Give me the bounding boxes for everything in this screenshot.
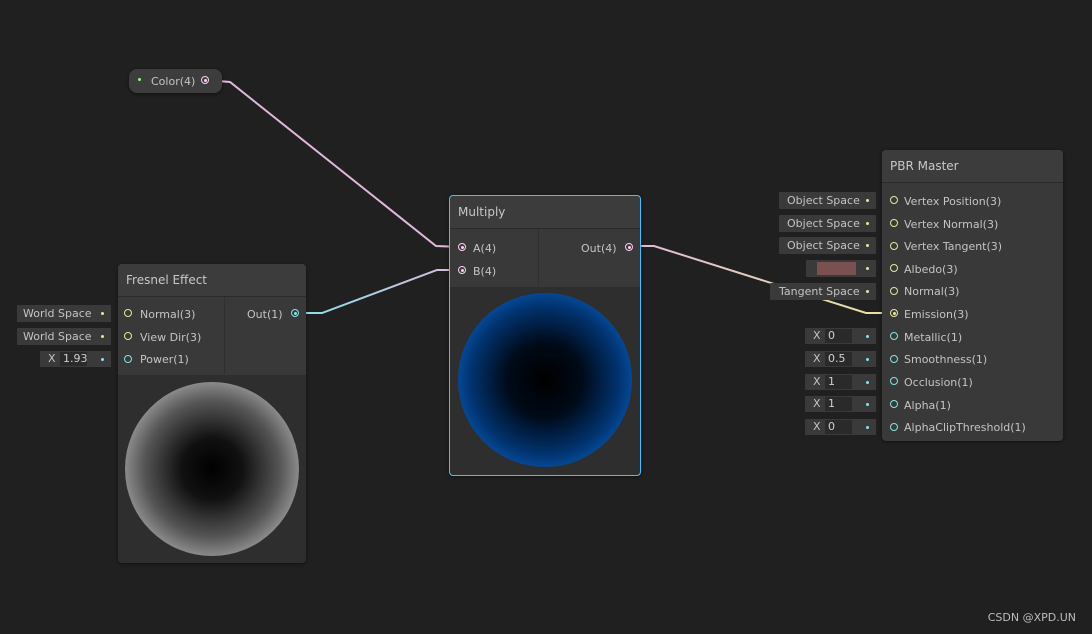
pbr-vertex-position-connector xyxy=(866,199,869,202)
pbr-vertex-position-port[interactable] xyxy=(890,196,898,204)
fresnel-viewdir-input-port[interactable] xyxy=(124,332,132,340)
pbr-vertex-tangent-label: Vertex Tangent(3) xyxy=(904,240,1003,253)
pbr-alpha-label: Alpha(1) xyxy=(904,399,951,412)
fresnel-node-title: Fresnel Effect xyxy=(118,264,306,297)
pbr-normal-port[interactable] xyxy=(890,287,898,295)
wire-multiply-to-emission xyxy=(628,245,893,314)
pbr-occlusion-x-label: X xyxy=(813,375,821,388)
color-property-node[interactable]: Color(4) xyxy=(129,69,222,93)
pbr-albedo-label: Albedo(3) xyxy=(904,263,958,276)
pbr-occlusion-port[interactable] xyxy=(890,377,898,385)
pbr-smoothness-port[interactable] xyxy=(890,355,898,363)
fresnel-normal-input-port[interactable] xyxy=(124,309,132,317)
pbr-emission-label: Emission(3) xyxy=(904,308,969,321)
pbr-alpha-value[interactable]: 1 xyxy=(825,397,852,411)
fresnel-viewdir-input-label: View Dir(3) xyxy=(140,331,202,344)
multiply-preview xyxy=(450,287,640,475)
color-node-label: Color(4) xyxy=(151,75,196,88)
pbr-master-node[interactable]: PBR Master Vertex Position(3) Vertex Nor… xyxy=(882,150,1063,441)
watermark: CSDN @XPD.UN xyxy=(987,611,1076,624)
pbr-vertex-tangent-port[interactable] xyxy=(890,242,898,250)
fresnel-power-connector xyxy=(101,358,104,361)
pbr-vertex-tangent-space-field[interactable]: Object Space xyxy=(779,237,876,254)
fresnel-normal-space-field[interactable]: World Space xyxy=(17,305,111,322)
pbr-alpha-clip-connector xyxy=(866,426,869,429)
pbr-albedo-port[interactable] xyxy=(890,264,898,272)
pbr-vertex-normal-connector xyxy=(866,222,869,225)
multiply-slot-divider xyxy=(538,229,539,286)
pbr-normal-label: Normal(3) xyxy=(904,285,960,298)
pbr-alpha-clip-port[interactable] xyxy=(890,423,898,431)
fresnel-power-input-label: Power(1) xyxy=(140,353,189,366)
pbr-vertex-position-label: Vertex Position(3) xyxy=(904,195,1002,208)
pbr-normal-space-field[interactable]: Tangent Space xyxy=(770,283,876,300)
pbr-metallic-x-label: X xyxy=(813,329,821,342)
pbr-vertex-tangent-connector xyxy=(866,244,869,247)
fresnel-normal-input-label: Normal(3) xyxy=(140,308,196,321)
pbr-metallic-port[interactable] xyxy=(890,332,898,340)
pbr-alpha-port[interactable] xyxy=(890,400,898,408)
fresnel-power-x-label: X xyxy=(48,352,56,365)
pbr-vertex-normal-label: Vertex Normal(3) xyxy=(904,218,999,231)
multiply-a-input-label: A(4) xyxy=(473,242,497,255)
multiply-node-title: Multiply xyxy=(450,196,640,229)
wire-fresnel-to-multiply-b xyxy=(296,269,462,314)
fresnel-output-port[interactable] xyxy=(291,309,299,317)
pbr-vertex-normal-space-field[interactable]: Object Space xyxy=(779,215,876,232)
pbr-occlusion-value[interactable]: 1 xyxy=(825,375,852,389)
fresnel-power-input-port[interactable] xyxy=(124,355,132,363)
pbr-master-title: PBR Master xyxy=(882,150,1063,183)
fresnel-effect-node[interactable]: Fresnel Effect Normal(3) View Dir(3) Pow… xyxy=(118,264,306,563)
pbr-smoothness-x-label: X xyxy=(813,352,821,365)
pbr-metallic-label: Metallic(1) xyxy=(904,331,963,344)
fresnel-preview-sphere xyxy=(125,382,299,556)
pbr-emission-port[interactable] xyxy=(890,309,898,317)
pbr-alpha-x-label: X xyxy=(813,397,821,410)
pbr-alpha-clip-x-label: X xyxy=(813,420,821,433)
pbr-normal-connector xyxy=(866,290,869,293)
color-node-handle xyxy=(138,78,141,81)
pbr-alpha-clip-value[interactable]: 0 xyxy=(825,420,852,434)
multiply-b-input-port[interactable] xyxy=(458,266,466,274)
fresnel-output-label: Out(1) xyxy=(247,308,283,321)
fresnel-slot-divider xyxy=(224,297,225,374)
fresnel-power-value[interactable]: 1.93 xyxy=(60,352,87,366)
pbr-albedo-color-swatch[interactable] xyxy=(817,262,856,275)
pbr-albedo-connector xyxy=(866,267,869,270)
fresnel-viewdir-connector xyxy=(101,335,104,338)
multiply-preview-sphere xyxy=(458,293,632,467)
pbr-vertex-normal-port[interactable] xyxy=(890,219,898,227)
fresnel-normal-connector xyxy=(101,312,104,315)
fresnel-preview xyxy=(118,375,306,563)
pbr-smoothness-connector xyxy=(866,358,869,361)
pbr-occlusion-connector xyxy=(866,381,869,384)
multiply-b-input-label: B(4) xyxy=(473,265,497,278)
pbr-smoothness-label: Smoothness(1) xyxy=(904,353,988,366)
pbr-occlusion-label: Occlusion(1) xyxy=(904,376,973,389)
fresnel-viewdir-space-field[interactable]: World Space xyxy=(17,328,111,345)
multiply-a-input-port[interactable] xyxy=(458,243,466,251)
pbr-smoothness-value[interactable]: 0.5 xyxy=(825,352,852,366)
pbr-alpha-connector xyxy=(866,403,869,406)
multiply-output-label: Out(4) xyxy=(581,242,617,255)
pbr-metallic-value[interactable]: 0 xyxy=(825,329,852,343)
multiply-output-port[interactable] xyxy=(625,243,633,251)
wire-color-to-multiply-a xyxy=(205,79,463,248)
multiply-node[interactable]: Multiply A(4) B(4) Out(4) xyxy=(449,195,641,476)
pbr-alpha-clip-label: AlphaClipThreshold(1) xyxy=(904,421,1026,434)
pbr-metallic-connector xyxy=(866,335,869,338)
color-node-output-port[interactable] xyxy=(201,76,209,84)
pbr-vertex-position-space-field[interactable]: Object Space xyxy=(779,192,876,209)
